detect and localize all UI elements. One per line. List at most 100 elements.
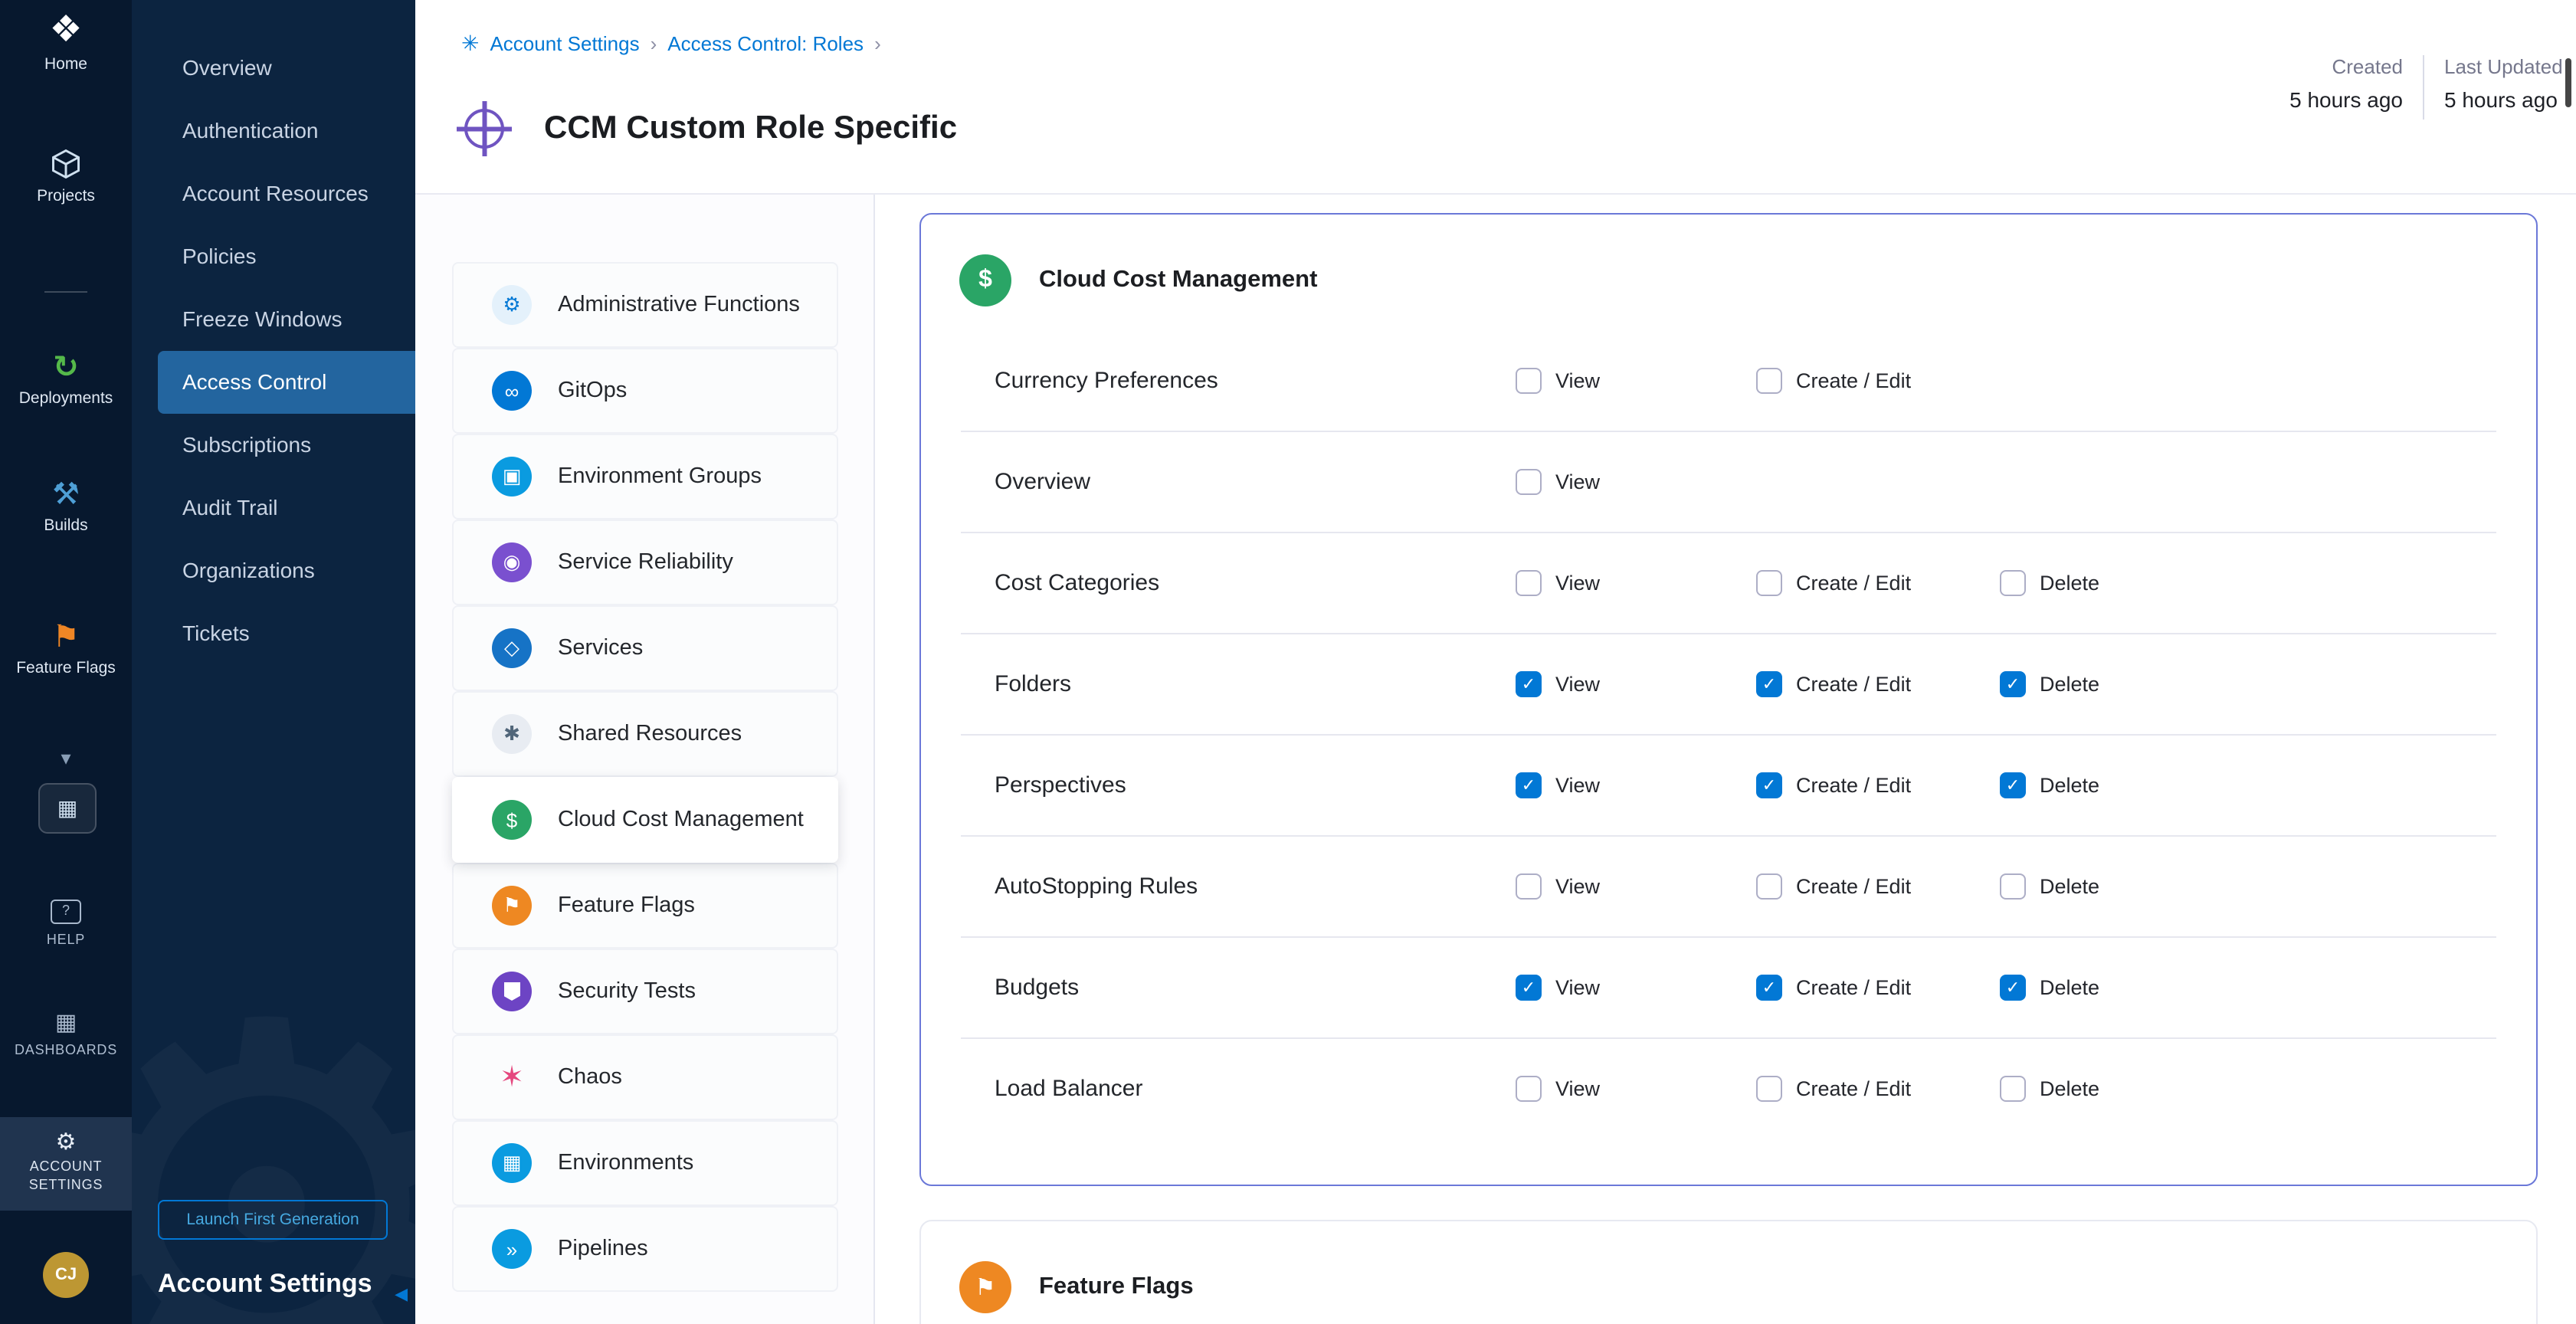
breadcrumb-separator-icon: › — [874, 32, 881, 55]
autostopping-rules-view-checkbox[interactable] — [1516, 873, 1542, 900]
collapse-sidebar-icon[interactable]: ◀ — [395, 1284, 408, 1304]
main-content: ✳ Account Settings › Access Control: Rol… — [415, 0, 2576, 1324]
sidebar-item-subscriptions[interactable]: Subscriptions — [132, 414, 415, 477]
budgets-view-checkbox[interactable]: ✓ — [1516, 975, 1542, 1001]
permission-row-load-balancer: Load BalancerViewCreate / EditDelete — [961, 1039, 2496, 1139]
currency-preferences-view-checkbox[interactable] — [1516, 368, 1542, 394]
category-item-cloud-cost-management[interactable]: $Cloud Cost Management — [452, 777, 838, 863]
permission-create-edit: ✓ Create / Edit — [1756, 772, 2000, 798]
last-updated-label: Last Updated — [2444, 55, 2567, 78]
rail-item-account-settings[interactable]: ⚙ ACCOUNT SETTINGS — [0, 1117, 132, 1211]
category-item-service-reliability[interactable]: ◉Service Reliability — [452, 519, 838, 605]
role-meta: Created 5 hours ago Last Updated 5 hours… — [2280, 55, 2567, 120]
category-item-environment-groups[interactable]: ▣Environment Groups — [452, 434, 838, 519]
checkbox-label: Delete — [2040, 1077, 2099, 1100]
category-label: Feature Flags — [558, 893, 695, 918]
rail-projects-label: Projects — [0, 187, 132, 205]
card-title: Cloud Cost Management — [1039, 267, 1317, 294]
permission-create-edit: ✓ Create / Edit — [1756, 975, 2000, 1001]
sidebar-item-audit-trail[interactable]: Audit Trail — [132, 477, 415, 539]
category-label: Shared Resources — [558, 722, 742, 746]
user-avatar[interactable]: CJ — [43, 1252, 89, 1298]
resource-label: Budgets — [961, 975, 1516, 1001]
resource-label: AutoStopping Rules — [961, 873, 1516, 900]
apps-grid-button[interactable]: ▦ — [38, 783, 97, 834]
sidebar-item-tickets[interactable]: Tickets — [132, 602, 415, 665]
load-balancer-view-checkbox[interactable] — [1516, 1076, 1542, 1102]
breadcrumb-access-control-roles[interactable]: Access Control: Roles — [667, 32, 864, 55]
flag-icon: ⚑ — [0, 622, 132, 653]
load-balancer-create-edit-checkbox[interactable] — [1756, 1076, 1782, 1102]
rail-item-home[interactable]: ❖ Home — [0, 12, 132, 74]
rail-item-projects[interactable]: Projects — [0, 147, 132, 205]
category-item-administrative-functions[interactable]: ⚙Administrative Functions — [452, 262, 838, 348]
autostopping-rules-create-edit-checkbox[interactable] — [1756, 873, 1782, 900]
services-icon: ◇ — [492, 628, 532, 668]
category-item-feature-flags[interactable]: ⚑Feature Flags — [452, 863, 838, 949]
rail-item-help[interactable]: ? HELP — [0, 895, 132, 947]
perspectives-view-checkbox[interactable]: ✓ — [1516, 772, 1542, 798]
load-balancer-delete-checkbox[interactable] — [2000, 1076, 2026, 1102]
service-reliability-icon: ◉ — [492, 542, 532, 582]
budgets-delete-checkbox[interactable]: ✓ — [2000, 975, 2026, 1001]
cost-categories-create-edit-checkbox[interactable] — [1756, 570, 1782, 596]
sidebar-item-policies[interactable]: Policies — [132, 225, 415, 288]
checkbox-label: Create / Edit — [1796, 572, 1911, 595]
category-item-security-tests[interactable]: Security Tests — [452, 949, 838, 1034]
sidebar-item-account-resources[interactable]: Account Resources — [132, 162, 415, 225]
permission-delete: ✓Delete — [2000, 975, 2496, 1001]
resource-label: Currency Preferences — [961, 368, 1516, 394]
checkbox-label: View — [1555, 572, 1600, 595]
rail-item-deployments[interactable]: ↻ Deployments — [0, 352, 132, 408]
rail-item-feature-flags[interactable]: ⚑ Feature Flags — [0, 622, 132, 677]
overview-view-checkbox[interactable] — [1516, 469, 1542, 495]
pipelines-icon: » — [492, 1229, 532, 1269]
card-header: $ Cloud Cost Management — [921, 215, 2536, 331]
scrollbar-thumb[interactable] — [2565, 58, 2571, 107]
sidebar-item-organizations[interactable]: Organizations — [132, 539, 415, 602]
checkbox-label: Delete — [2040, 673, 2099, 696]
environment-groups-icon: ▣ — [492, 457, 532, 496]
category-item-pipelines[interactable]: »Pipelines — [452, 1206, 838, 1292]
category-item-chaos[interactable]: ✶Chaos — [452, 1034, 838, 1120]
help-chat-icon: ? — [51, 900, 81, 924]
chevron-down-icon[interactable]: ▾ — [0, 746, 132, 771]
breadcrumb-account-settings[interactable]: Account Settings — [490, 32, 639, 55]
settings-nav: OverviewAuthenticationAccount ResourcesP… — [132, 37, 415, 665]
category-item-gitops[interactable]: ∞GitOps — [452, 348, 838, 434]
account-settings-label-line1: ACCOUNT — [0, 1158, 132, 1175]
rail-item-builds[interactable]: ⚒ Builds — [0, 480, 132, 535]
budgets-create-edit-checkbox[interactable]: ✓ — [1756, 975, 1782, 1001]
permission-row-budgets: Budgets✓View✓Create / Edit✓Delete — [961, 938, 2496, 1039]
perspectives-delete-checkbox[interactable]: ✓ — [2000, 772, 2026, 798]
sidebar-item-authentication[interactable]: Authentication — [132, 100, 415, 162]
checkbox-label: Create / Edit — [1796, 774, 1911, 797]
category-item-shared-resources[interactable]: ✱Shared Resources — [452, 691, 838, 777]
resource-label: Folders — [961, 671, 1516, 697]
category-item-services[interactable]: ◇Services — [452, 605, 838, 691]
environments-icon: ▦ — [492, 1143, 532, 1183]
sidebar-item-freeze-windows[interactable]: Freeze Windows — [132, 288, 415, 351]
folders-view-checkbox[interactable]: ✓ — [1516, 671, 1542, 697]
sidebar-item-access-control[interactable]: Access Control — [158, 351, 415, 414]
currency-preferences-create-edit-checkbox[interactable] — [1756, 368, 1782, 394]
breadcrumb-separator-icon: › — [651, 32, 657, 55]
permission-row-folders: Folders✓View✓Create / Edit✓Delete — [961, 634, 2496, 736]
folders-create-edit-checkbox[interactable]: ✓ — [1756, 671, 1782, 697]
cost-categories-view-checkbox[interactable] — [1516, 570, 1542, 596]
folders-delete-checkbox[interactable]: ✓ — [2000, 671, 2026, 697]
permission-rows: Currency PreferencesViewCreate / EditOve… — [961, 331, 2496, 1185]
checkbox-label: Create / Edit — [1796, 976, 1911, 999]
category-item-environments[interactable]: ▦Environments — [452, 1120, 838, 1206]
category-label: GitOps — [558, 379, 627, 403]
rail-item-dashboards[interactable]: ▦ DASHBOARDS — [0, 1011, 132, 1057]
cost-categories-delete-checkbox[interactable] — [2000, 570, 2026, 596]
checkbox-label: Create / Edit — [1796, 673, 1911, 696]
autostopping-rules-delete-checkbox[interactable] — [2000, 873, 2026, 900]
sidebar-item-overview[interactable]: Overview — [132, 37, 415, 100]
perspectives-create-edit-checkbox[interactable]: ✓ — [1756, 772, 1782, 798]
launch-first-generation-button[interactable]: Launch First Generation — [158, 1200, 388, 1240]
card-title: Feature Flags — [1039, 1273, 1194, 1301]
deployments-icon: ↻ — [0, 352, 132, 383]
rail-divider — [44, 291, 87, 293]
